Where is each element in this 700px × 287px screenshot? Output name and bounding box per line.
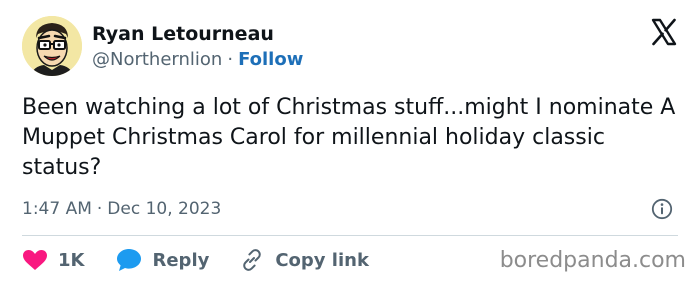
author-avatar[interactable] — [22, 16, 82, 76]
handle-separator: · — [227, 49, 234, 70]
reply-label: Reply — [152, 249, 210, 271]
follow-button[interactable]: Follow — [238, 49, 303, 70]
source-watermark: boredpanda.com — [499, 248, 686, 273]
divider — [22, 235, 678, 236]
caricature-avatar-icon — [22, 16, 82, 76]
copy-link-label: Copy link — [275, 249, 369, 271]
tweet-date: Dec 10, 2023 — [107, 199, 222, 219]
x-logo-icon[interactable] — [650, 18, 678, 46]
tweet-card: Ryan Letourneau @Northernlion · Follow Bee… — [0, 0, 700, 287]
author-handle-row: @Northernlion · Follow — [92, 48, 303, 72]
author-handle[interactable]: @Northernlion — [92, 49, 222, 70]
action-bar: 1K Reply Copy link — [22, 246, 369, 274]
heart-icon — [23, 250, 47, 270]
like-count: 1K — [58, 249, 85, 271]
tweet-timestamp[interactable]: 1:47 AM · Dec 10, 2023 — [22, 197, 221, 221]
like-button[interactable]: 1K — [22, 249, 84, 271]
reply-button[interactable]: Reply — [116, 248, 209, 272]
author-name[interactable]: Ryan Letourneau — [92, 22, 274, 46]
time-separator: · — [96, 199, 103, 219]
reply-bubble-icon — [117, 249, 142, 271]
info-icon[interactable] — [651, 198, 673, 220]
tweet-text: Been watching a lot of Christmas stuff..… — [22, 95, 676, 180]
link-icon — [243, 249, 262, 271]
copy-link-button[interactable]: Copy link — [239, 248, 369, 272]
tweet-time: 1:47 AM — [22, 199, 92, 219]
